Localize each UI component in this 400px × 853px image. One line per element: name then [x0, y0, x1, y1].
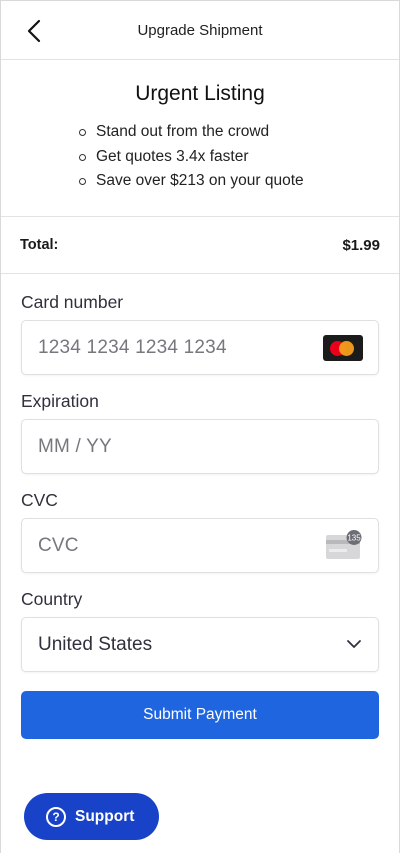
back-button[interactable] [23, 18, 45, 44]
header: Upgrade Shipment [1, 1, 399, 60]
expiration-label: Expiration [21, 391, 99, 411]
total-value: $1.99 [342, 236, 380, 254]
payment-form: Card number 1234 1234 1234 1234 Expirati… [1, 274, 399, 739]
chevron-down-icon [347, 640, 361, 648]
help-circle-icon: ? [46, 806, 66, 827]
benefit-item: Get quotes 3.4x faster [79, 145, 399, 170]
benefit-text: Save over $213 on your quote [96, 172, 304, 189]
bullet-icon [79, 129, 86, 136]
submit-payment-button[interactable]: Submit Payment [21, 691, 379, 739]
cvc-input[interactable]: CVC 135 [21, 518, 379, 573]
benefit-item: Save over $213 on your quote [79, 169, 399, 194]
app-frame: Upgrade Shipment Urgent Listing Stand ou… [0, 0, 400, 853]
chevron-left-icon [27, 19, 41, 43]
total-row: Total: $1.99 [1, 217, 399, 274]
benefit-text: Stand out from the crowd [96, 123, 270, 140]
support-label: Support [75, 807, 135, 825]
cvc-label: CVC [21, 490, 58, 510]
benefit-text: Get quotes 3.4x faster [96, 147, 249, 165]
bullet-icon [79, 153, 86, 161]
country-label: Country [21, 589, 83, 609]
benefits-list: Stand out from the crowd Get quotes 3.4x… [1, 120, 399, 194]
bullet-icon [79, 178, 86, 185]
country-value: United States [38, 633, 153, 655]
svg-text:135: 135 [347, 534, 361, 543]
listing-section: Urgent Listing Stand out from the crowd … [1, 60, 399, 217]
mastercard-icon [323, 335, 363, 361]
card-number-input[interactable]: 1234 1234 1234 1234 [21, 320, 379, 375]
card-number-placeholder: 1234 1234 1234 1234 [38, 336, 227, 358]
listing-title: Urgent Listing [135, 82, 265, 105]
card-number-label: Card number [21, 292, 124, 312]
expiration-placeholder: MM / YY [38, 435, 112, 457]
cvc-placeholder: CVC [38, 534, 79, 556]
expiration-input[interactable]: MM / YY [21, 419, 379, 474]
page-title: Upgrade Shipment [137, 21, 263, 39]
cvc-card-icon: 135 [326, 530, 362, 559]
support-button[interactable]: ? Support [24, 793, 159, 840]
total-label: Total: [20, 237, 59, 253]
country-select[interactable]: United States [21, 617, 379, 672]
benefit-item: Stand out from the crowd [79, 120, 399, 145]
